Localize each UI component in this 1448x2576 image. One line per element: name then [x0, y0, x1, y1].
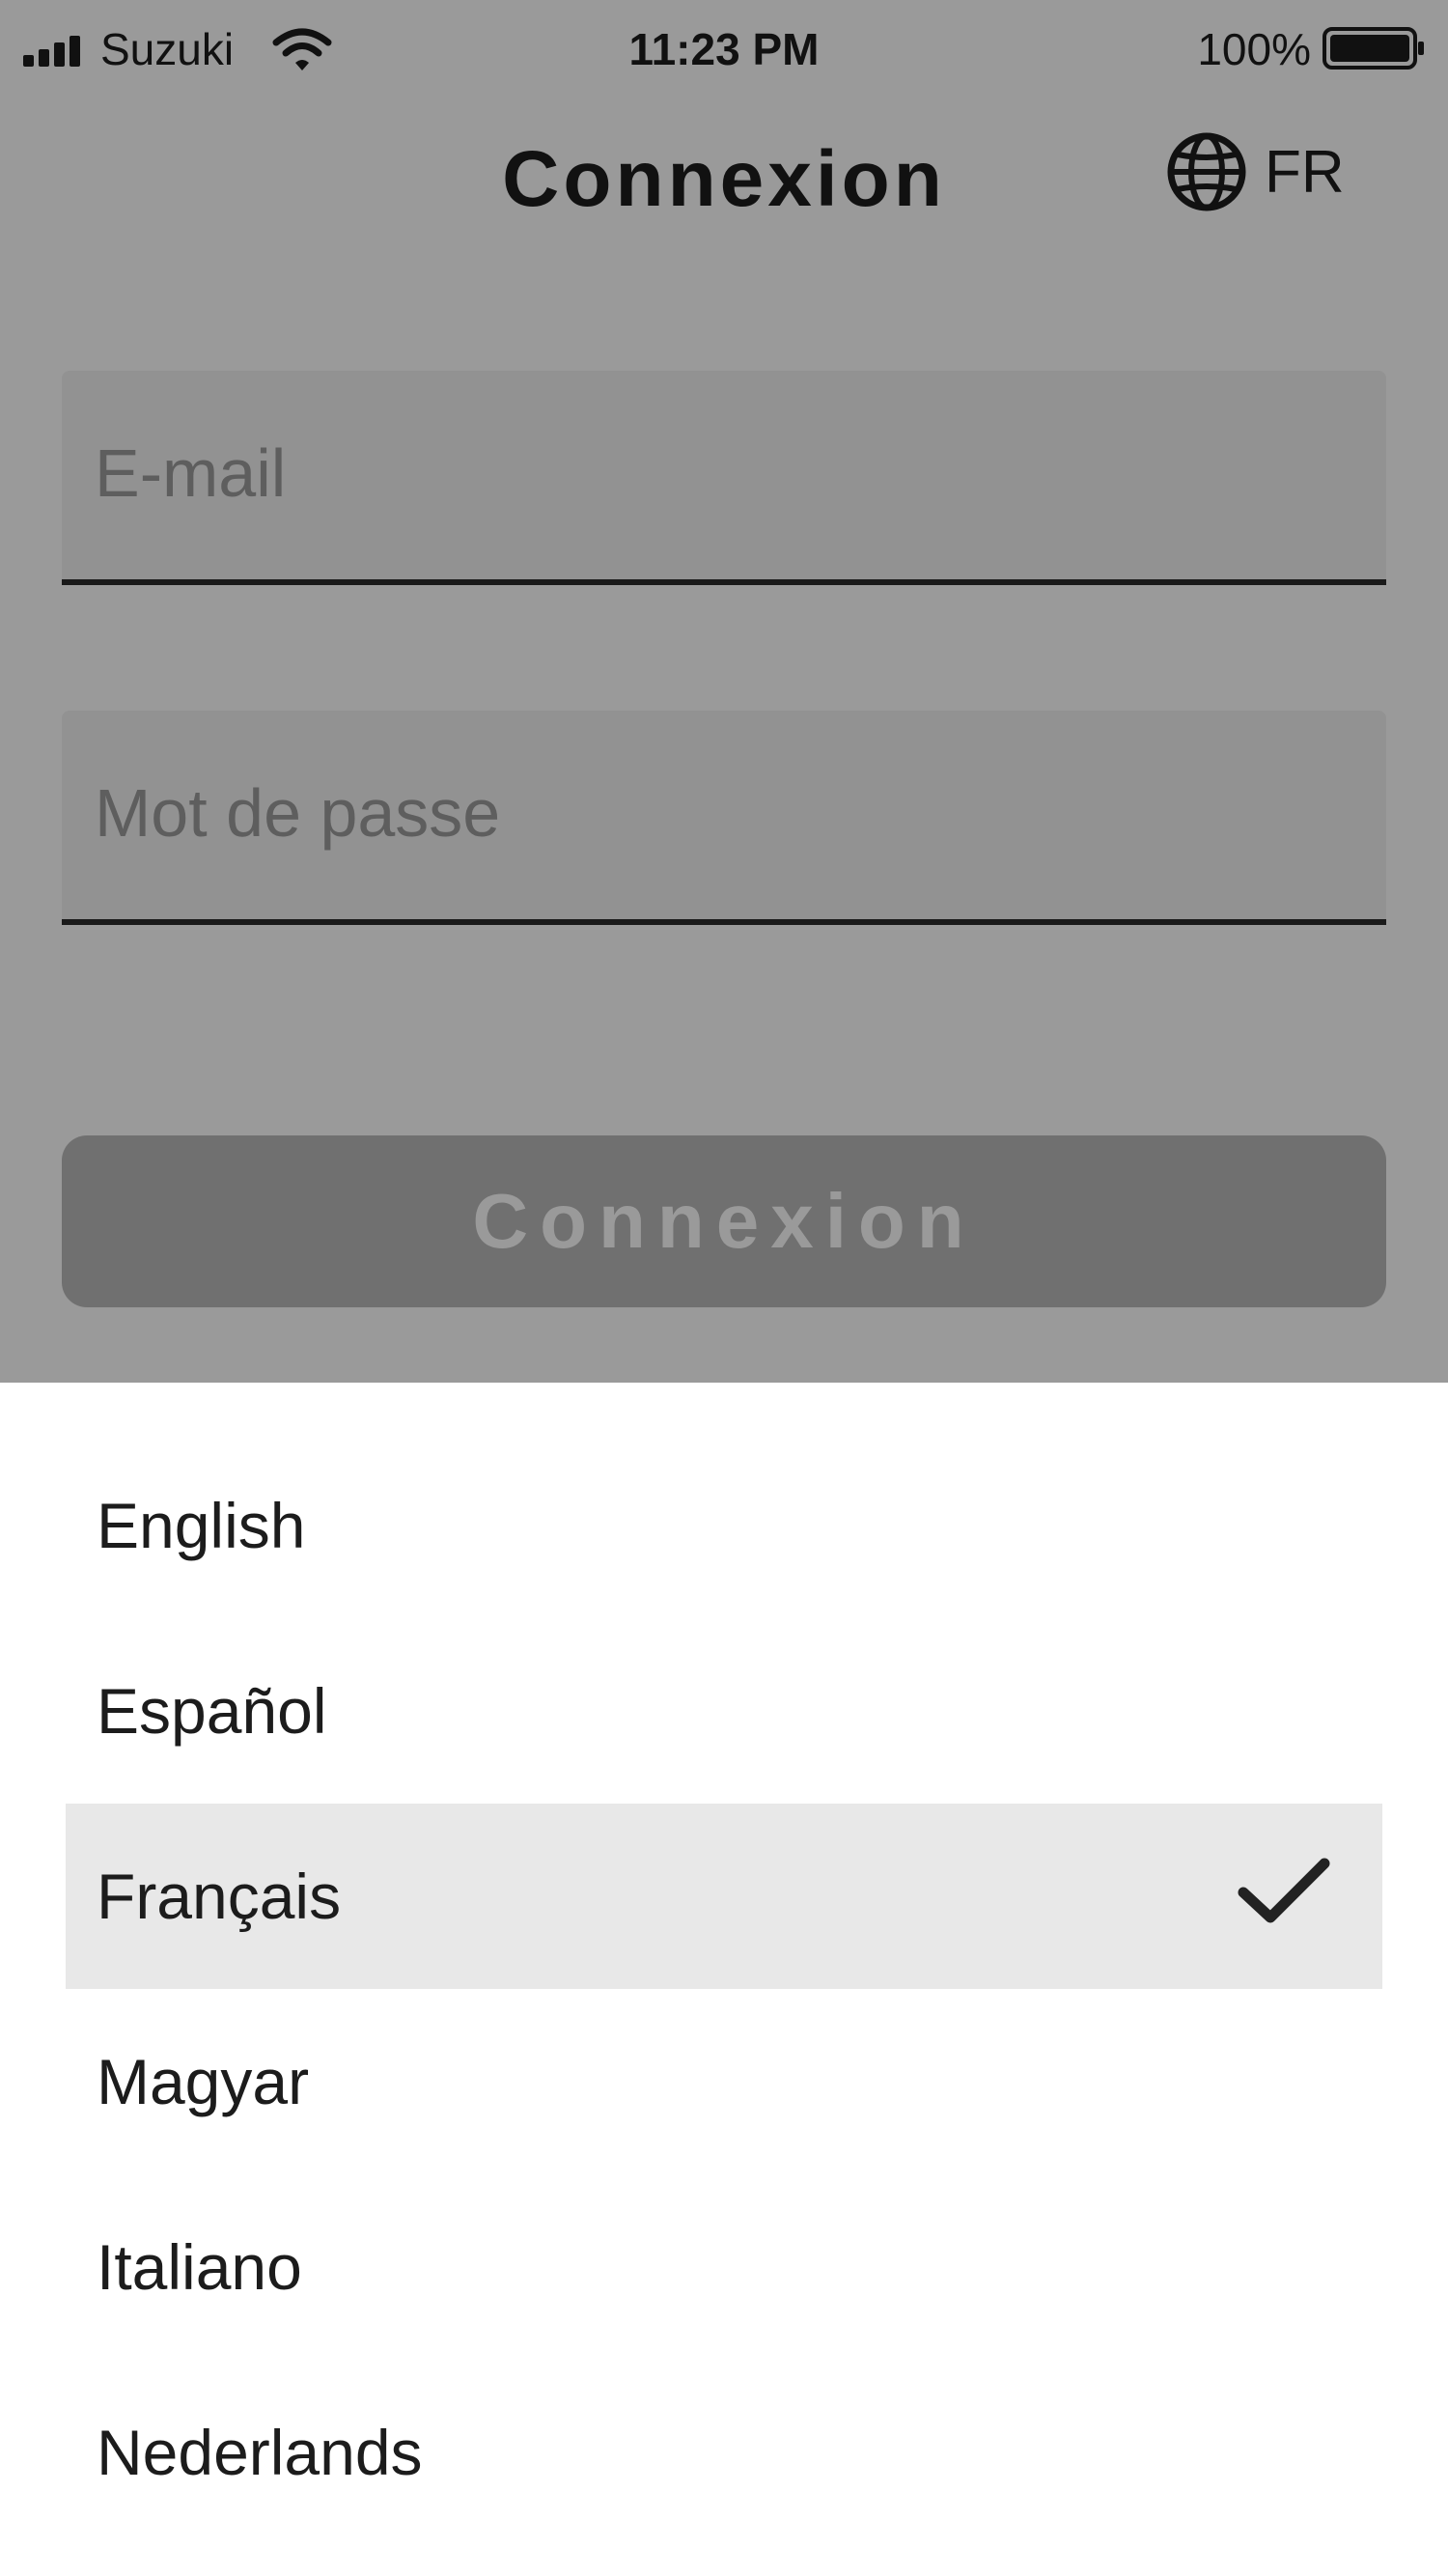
language-option-dutch[interactable]: Nederlands — [66, 2360, 1382, 2545]
language-option-hungarian[interactable]: Magyar — [66, 1989, 1382, 2174]
language-list: English Español Français Magyar Italiano… — [66, 1433, 1382, 2545]
language-option-label: Magyar — [97, 2046, 310, 2117]
email-field-container — [62, 371, 1386, 585]
language-option-label: Français — [97, 1861, 342, 1932]
language-option-label: Español — [97, 1675, 327, 1747]
language-option-french[interactable]: Français — [66, 1804, 1382, 1989]
login-button[interactable]: Connexion — [62, 1135, 1386, 1307]
language-switch-button[interactable]: FR — [1166, 126, 1345, 218]
checkmark-icon — [1238, 1858, 1330, 1923]
language-option-label: Italiano — [97, 2231, 302, 2303]
battery-percentage: 100% — [1197, 24, 1311, 74]
language-code: FR — [1265, 138, 1345, 206]
language-bottom-sheet: English Español Français Magyar Italiano… — [0, 1383, 1448, 2576]
email-input[interactable] — [93, 419, 1355, 527]
password-field-container — [62, 711, 1386, 925]
language-option-label: English — [97, 1490, 306, 1561]
language-option-spanish[interactable]: Español — [66, 1618, 1382, 1804]
globe-icon — [1167, 132, 1246, 211]
language-option-italian[interactable]: Italiano — [66, 2174, 1382, 2360]
password-input[interactable] — [93, 759, 1355, 867]
battery-full-icon — [1323, 27, 1424, 70]
language-option-label: Nederlands — [97, 2417, 423, 2488]
login-screen-dimmed[interactable]: Suzuki 11:23 PM 100% Connexion FR Connex… — [0, 0, 1448, 1383]
language-option-english[interactable]: English — [66, 1433, 1382, 1618]
status-bar: Suzuki 11:23 PM 100% — [0, 0, 1448, 100]
